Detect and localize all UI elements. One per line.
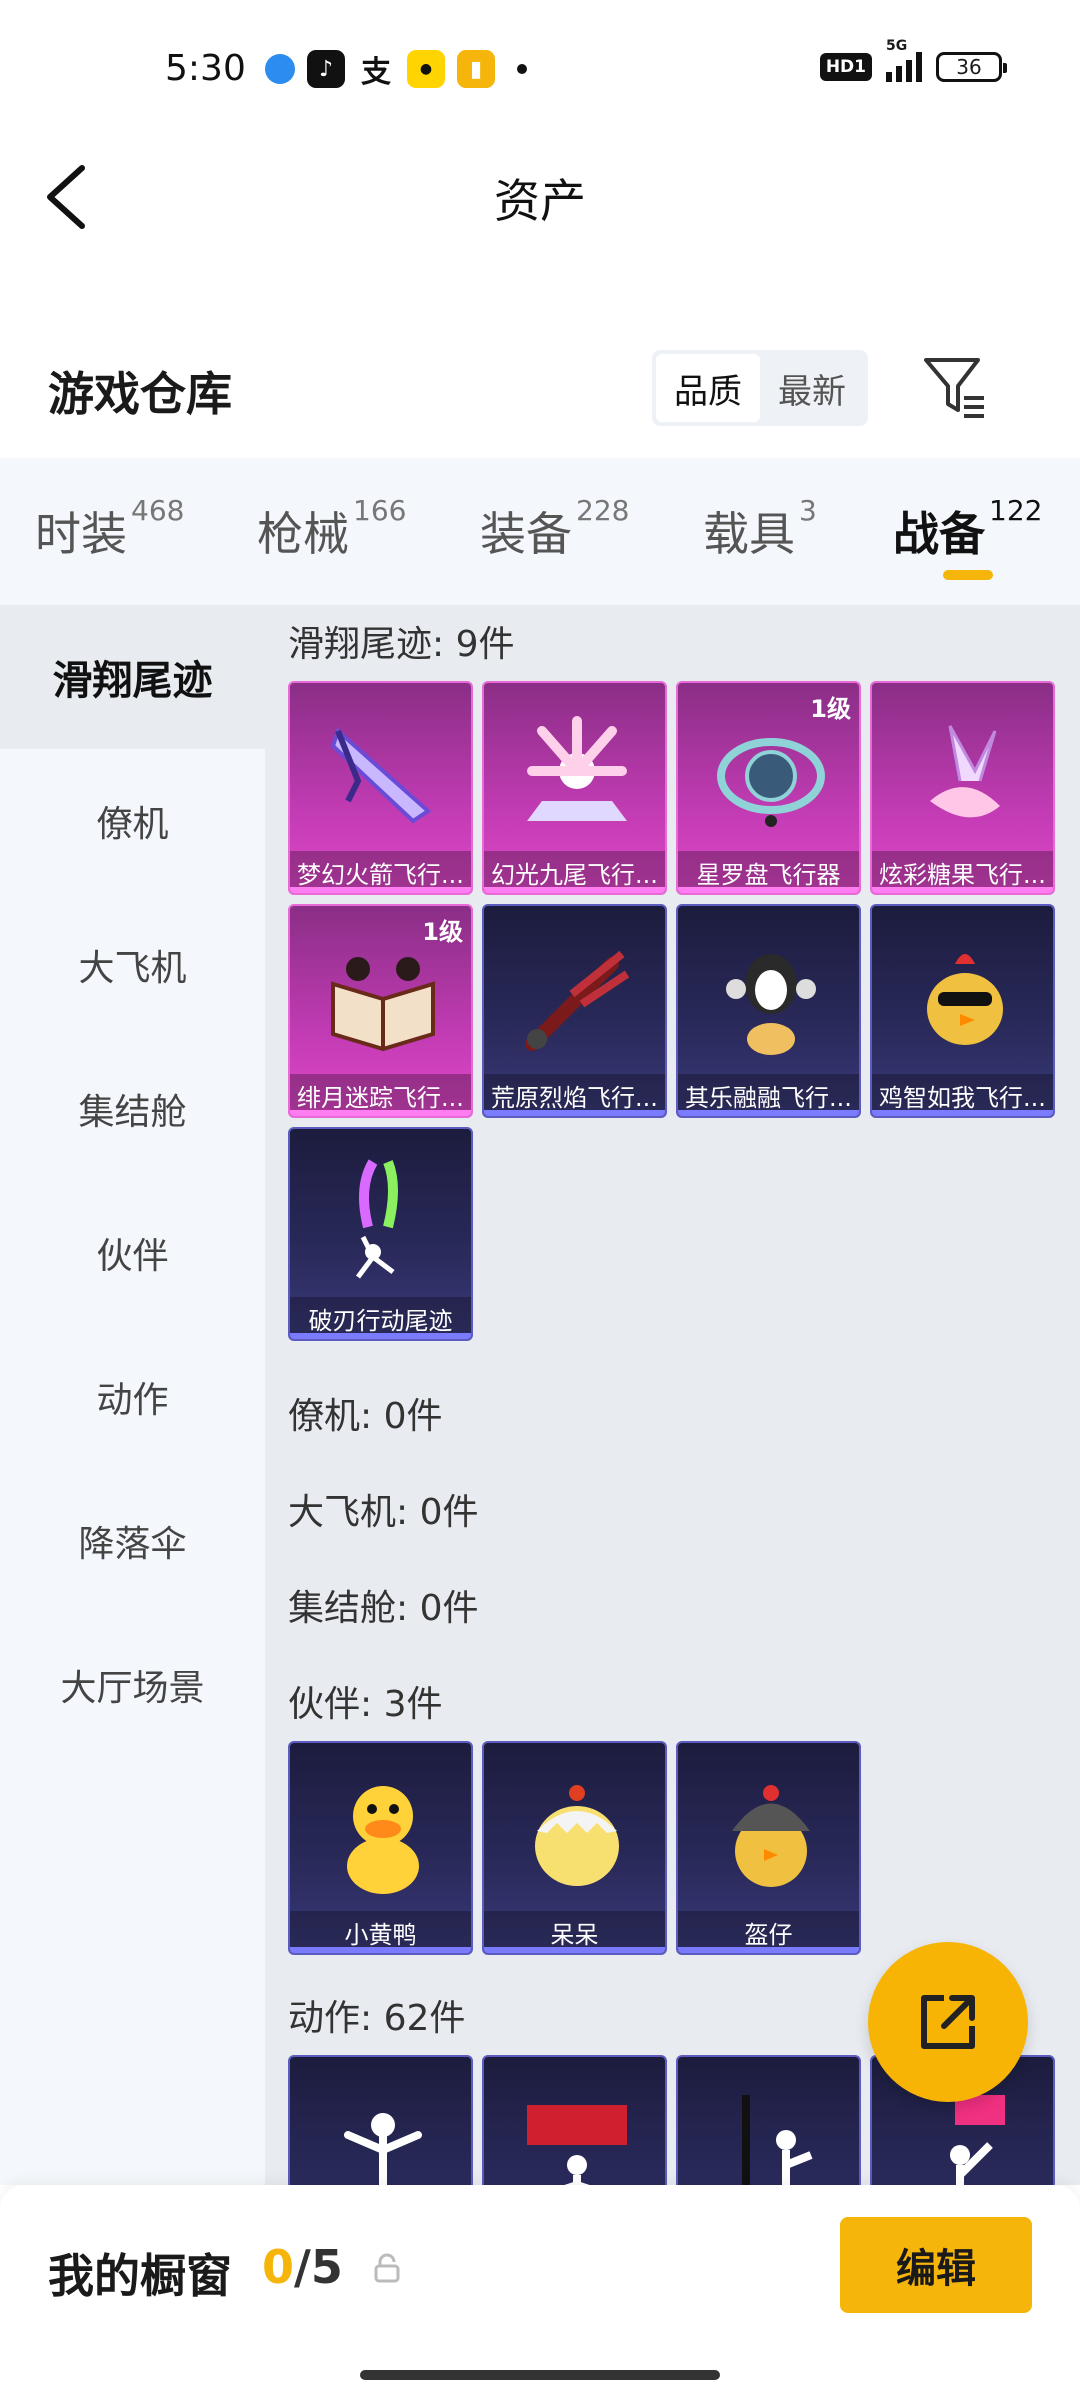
page-title: 资产: [494, 174, 586, 228]
more-dot-icon: [517, 64, 527, 74]
showcase-current: 0: [262, 2240, 295, 2294]
item-card[interactable]: 幻光九尾飞行...: [482, 681, 667, 895]
nine-tail-glider-icon: [504, 703, 649, 848]
partner-grid: 小黄鸭 呆呆 盔仔: [288, 1741, 1080, 1955]
tab-label: 载具: [703, 507, 795, 561]
item-card[interactable]: 炫彩糖果飞行...: [870, 681, 1055, 895]
sidebar-item-action[interactable]: 动作: [0, 1325, 265, 1469]
tab-equipment[interactable]: 装备 228: [480, 494, 629, 564]
tab-count: 122: [989, 494, 1043, 527]
alipay-icon: 支: [357, 50, 395, 90]
helmet-chick-icon: [698, 1763, 843, 1908]
sort-quality-button[interactable]: 品质: [656, 354, 760, 422]
app-notification-icon: [265, 54, 295, 84]
item-card[interactable]: 鸡智如我飞行...: [870, 904, 1055, 1118]
calligraphy-action-icon: [698, 2077, 843, 2185]
tiktok-icon: ♪: [307, 50, 345, 88]
candy-glider-icon: [892, 703, 1037, 848]
item-card[interactable]: [676, 2055, 861, 2185]
penguin-glider-icon: [698, 926, 843, 1071]
dance-action-icon: [310, 2077, 455, 2185]
section-title-wingman: 僚机: 0件: [288, 1396, 443, 1437]
tab-count: 228: [576, 494, 630, 527]
tab-label: 战备: [893, 507, 985, 561]
edit-button[interactable]: 编辑: [840, 2217, 1032, 2313]
filter-icon[interactable]: [920, 352, 990, 422]
item-card[interactable]: 其乐融融飞行...: [676, 904, 861, 1118]
tab-guns[interactable]: 枪械 166: [257, 494, 406, 564]
sidebar-item-parachute[interactable]: 降落伞: [0, 1469, 265, 1613]
item-card[interactable]: 破刃行动尾迹: [288, 1127, 473, 1341]
glide-trail-grid: 梦幻火箭飞行... 幻光九尾飞行... 1级 星罗盘飞行器 炫彩糖果飞行... …: [288, 681, 1080, 1341]
blade-trail-icon: [310, 1149, 455, 1294]
signal-icon: 5G: [886, 38, 922, 82]
flame-glider-icon: [504, 926, 649, 1071]
active-tab-indicator: [943, 570, 993, 580]
showcase-count: 0/5: [262, 2240, 343, 2294]
item-card[interactable]: [288, 2055, 473, 2185]
tab-count: 468: [131, 494, 185, 527]
lock-icon: [374, 2253, 400, 2283]
tab-count: 3: [799, 494, 817, 527]
sort-latest-button[interactable]: 最新: [760, 354, 864, 422]
category-tabs: 时装 468 枪械 166 装备 228 载具 3 战备 122: [0, 458, 1080, 605]
share-button[interactable]: [868, 1942, 1028, 2102]
rocket-glider-icon: [310, 703, 455, 848]
battery-icon: 36: [936, 52, 1007, 82]
tab-combat-gear[interactable]: 战备 122: [893, 494, 1042, 564]
app-notification-icon: ●: [407, 50, 445, 88]
tab-label: 时装: [35, 507, 127, 561]
status-time: 5:30: [165, 48, 246, 89]
tab-label: 装备: [480, 507, 572, 561]
showcase-total: /5: [294, 2240, 343, 2294]
notification-icons: ♪ 支 ● ▮: [265, 50, 527, 90]
reader-icon: ▮: [457, 50, 495, 88]
home-indicator[interactable]: [360, 2370, 720, 2380]
item-card[interactable]: 荒原烈焰飞行...: [482, 904, 667, 1118]
sidebar-item-pod[interactable]: 集结舱: [0, 1037, 265, 1181]
section-title-plane: 大飞机: 0件: [288, 1492, 479, 1533]
hd-icon: HD1: [819, 53, 872, 81]
yellow-duck-icon: [310, 1763, 455, 1908]
category-sidebar: 滑翔尾迹 僚机 大飞机 集结舱 伙伴 动作 降落伞 大厅场景: [0, 605, 265, 2185]
sidebar-item-lobby-scene[interactable]: 大厅场景: [0, 1613, 265, 1757]
item-card[interactable]: 1级 星罗盘飞行器: [676, 681, 861, 895]
battery-level: 36: [956, 55, 982, 79]
item-card[interactable]: 呆呆: [482, 1741, 667, 1955]
chicken-glider-icon: [892, 926, 1037, 1071]
section-title-glide-trail: 滑翔尾迹: 9件: [288, 624, 515, 665]
sidebar-item-plane[interactable]: 大飞机: [0, 893, 265, 1037]
tab-count: 166: [353, 494, 407, 527]
section-title-pod: 集结舱: 0件: [288, 1588, 479, 1629]
sort-toggle: 品质 最新: [652, 350, 868, 426]
tab-fashion[interactable]: 时装 468: [35, 494, 184, 564]
tab-vehicles[interactable]: 载具 3: [703, 494, 817, 564]
item-card[interactable]: [482, 2055, 667, 2185]
showcase-label: 我的橱窗: [48, 2249, 232, 2303]
book-glider-icon: [310, 926, 455, 1071]
item-card[interactable]: 梦幻火箭飞行...: [288, 681, 473, 895]
sidebar-item-wingman[interactable]: 僚机: [0, 749, 265, 893]
tab-label: 枪械: [257, 507, 349, 561]
daidai-chick-icon: [504, 1763, 649, 1908]
top-bar: 资产: [0, 140, 1080, 250]
network-type: 5G: [886, 38, 908, 54]
share-icon: [921, 1995, 975, 2049]
item-card[interactable]: 1级 绯月迷踪飞行...: [288, 904, 473, 1118]
section-title-partner: 伙伴: 3件: [288, 1684, 443, 1725]
star-compass-glider-icon: [698, 703, 843, 848]
warehouse-header: 游戏仓库 品质 最新: [0, 330, 1080, 450]
poster-action-icon: [504, 2077, 649, 2185]
warehouse-title: 游戏仓库: [48, 367, 232, 421]
showcase-bar: 我的橱窗 0/5 编辑: [0, 2185, 1080, 2400]
sidebar-item-partner[interactable]: 伙伴: [0, 1181, 265, 1325]
sidebar-item-glide-trail[interactable]: 滑翔尾迹: [0, 605, 265, 749]
item-card[interactable]: 小黄鸭: [288, 1741, 473, 1955]
status-bar: 5:30 ♪ 支 ● ▮ HD1 5G 36: [0, 0, 1080, 140]
item-card[interactable]: 盔仔: [676, 1741, 861, 1955]
